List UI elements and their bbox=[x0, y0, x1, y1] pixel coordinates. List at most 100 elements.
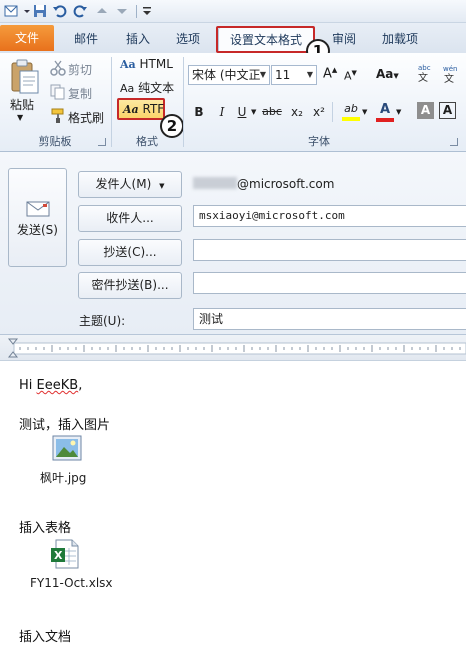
shrink-font-button[interactable]: A▼ bbox=[344, 69, 357, 83]
char-shading-button[interactable]: A bbox=[417, 102, 434, 119]
tab-options[interactable]: 选项 bbox=[168, 27, 208, 51]
redo-icon[interactable] bbox=[72, 3, 88, 19]
from-value: @microsoft.com bbox=[237, 177, 335, 191]
cut-icon[interactable] bbox=[50, 60, 66, 76]
plain-text-format-button[interactable]: Aa 纯文本 bbox=[120, 79, 174, 96]
subscript-button[interactable]: x₂ bbox=[287, 102, 307, 122]
highlight-icon: ab bbox=[344, 102, 358, 115]
font-size-combo[interactable]: 11 ▼ bbox=[271, 65, 317, 85]
outlook-app-icon[interactable] bbox=[3, 3, 19, 19]
greeting-line: Hi EeeKB, bbox=[19, 378, 82, 393]
char-border-icon[interactable]: wén 文 bbox=[440, 62, 462, 85]
subject-field[interactable]: 测试 bbox=[193, 308, 466, 330]
send-button[interactable]: 发送(S) bbox=[8, 168, 67, 267]
copy-icon[interactable] bbox=[50, 84, 66, 100]
line-insert-image: 测试，插入图片 bbox=[19, 418, 111, 433]
compose-header: 发送(S) 发件人(M) ▼ @microsoft.com 收件人... msx… bbox=[0, 152, 466, 335]
font-color-icon: A bbox=[379, 102, 391, 117]
cc-button[interactable]: 抄送(C)... bbox=[78, 239, 182, 266]
font-color-dropdown-icon[interactable]: ▼ bbox=[396, 108, 401, 116]
bcc-button[interactable]: 密件抄送(B)... bbox=[78, 272, 182, 299]
chevron-down-icon: ▼ bbox=[259, 70, 266, 79]
to-button[interactable]: 收件人... bbox=[78, 205, 182, 232]
underline-button[interactable]: U bbox=[232, 102, 252, 122]
svg-text:文: 文 bbox=[418, 71, 428, 84]
next-item-icon[interactable] bbox=[114, 3, 130, 19]
greeting-name: EeeKB bbox=[36, 378, 79, 393]
table-filename[interactable]: FY11-Oct.xlsx bbox=[30, 576, 113, 590]
html-format-label: HTML bbox=[139, 57, 173, 71]
message-body[interactable]: Hi EeeKB, 测试，插入图片 枫叶.jpg 插入表格 X FY11-Oct… bbox=[0, 361, 466, 660]
highlight-button[interactable]: ab bbox=[340, 101, 362, 123]
ruler-ticks bbox=[7, 338, 466, 358]
customize-qat-icon[interactable] bbox=[141, 3, 157, 19]
excel-file-icon[interactable]: X bbox=[50, 539, 80, 569]
greeting-suffix: , bbox=[78, 378, 83, 393]
grow-font-button[interactable]: A▲ bbox=[323, 66, 337, 81]
font-color-button[interactable]: A bbox=[374, 101, 396, 123]
chevron-down-icon: ▼ bbox=[159, 182, 165, 190]
paste-dropdown-icon[interactable]: ▼ bbox=[17, 113, 23, 122]
svg-text:X: X bbox=[54, 549, 63, 562]
copy-button[interactable]: 复制 bbox=[68, 85, 92, 102]
tab-file[interactable]: 文件 bbox=[0, 25, 54, 51]
format-painter-icon[interactable] bbox=[50, 108, 66, 124]
svg-text:wén: wén bbox=[443, 65, 457, 73]
svg-text:文: 文 bbox=[444, 72, 454, 84]
ribbon-separator bbox=[183, 57, 184, 147]
highlight-dropdown-icon[interactable]: ▼ bbox=[362, 108, 367, 116]
tab-addins[interactable]: 加载项 bbox=[374, 27, 426, 51]
ruler[interactable] bbox=[0, 335, 466, 361]
plaintext-aa-icon: Aa bbox=[120, 82, 135, 95]
underline-dropdown-icon[interactable]: ▼ bbox=[251, 108, 256, 116]
format-text-highlight bbox=[216, 26, 315, 53]
rtf-aa-icon: Aa bbox=[123, 103, 139, 116]
paste-button[interactable]: 粘贴 bbox=[10, 96, 34, 113]
change-case-button[interactable]: Aa▼ bbox=[376, 67, 399, 81]
phonetic-guide-icon[interactable]: abc 文 bbox=[414, 62, 436, 84]
rtf-format-button[interactable]: Aa RTF bbox=[117, 98, 165, 120]
tab-review[interactable]: 审阅 bbox=[324, 27, 364, 51]
bcc-field[interactable] bbox=[193, 272, 466, 294]
image-attachment-icon[interactable] bbox=[52, 435, 82, 461]
quick-access-toolbar bbox=[0, 0, 466, 23]
send-button-label: 发送(S) bbox=[17, 223, 58, 237]
chevron-down-icon: ▼ bbox=[306, 70, 313, 79]
italic-button[interactable]: I bbox=[212, 102, 232, 122]
save-icon[interactable] bbox=[32, 3, 48, 19]
strikethrough-button[interactable]: abc bbox=[260, 102, 284, 122]
ribbon: 粘贴 ▼ 剪切 复制 格式刷 剪贴板 Aa HTML Aa 纯文本 Aa RTF… bbox=[0, 53, 466, 152]
grow-font-icon: A bbox=[323, 66, 332, 82]
shrink-font-icon: A bbox=[344, 69, 352, 83]
format-group-label: 格式 bbox=[136, 135, 158, 148]
undo-icon[interactable] bbox=[52, 3, 68, 19]
superscript-button[interactable]: x² bbox=[309, 102, 329, 122]
char-border-button[interactable]: A bbox=[439, 102, 456, 119]
clipboard-launcher-icon[interactable] bbox=[98, 138, 106, 146]
from-button[interactable]: 发件人(M) ▼ bbox=[78, 171, 182, 198]
tab-mail[interactable]: 邮件 bbox=[66, 27, 106, 51]
cut-button[interactable]: 剪切 bbox=[68, 61, 92, 78]
paste-icon[interactable] bbox=[6, 57, 42, 97]
subject-label: 主题(U): bbox=[79, 314, 126, 328]
image-filename[interactable]: 枫叶.jpg bbox=[40, 469, 86, 486]
clipboard-group-label: 剪贴板 bbox=[38, 135, 72, 148]
greeting-prefix: Hi bbox=[19, 378, 37, 393]
line-insert-doc: 插入文档 bbox=[19, 630, 72, 645]
format-painter-button[interactable]: 格式刷 bbox=[68, 109, 104, 126]
plain-text-format-label: 纯文本 bbox=[138, 81, 175, 95]
svg-text:abc: abc bbox=[418, 64, 431, 72]
font-divider bbox=[332, 102, 333, 122]
font-name-value: 宋体 (中文正 bbox=[192, 68, 261, 82]
cc-field[interactable] bbox=[193, 239, 466, 261]
font-launcher-icon[interactable] bbox=[450, 138, 458, 146]
bold-button[interactable]: B bbox=[189, 102, 209, 122]
html-format-button[interactable]: Aa HTML bbox=[120, 57, 173, 71]
previous-item-icon[interactable] bbox=[94, 3, 110, 19]
rtf-format-label: RTF bbox=[142, 102, 165, 116]
font-name-combo[interactable]: 宋体 (中文正 ▼ bbox=[188, 65, 270, 85]
tab-insert[interactable]: 插入 bbox=[118, 27, 158, 51]
line-insert-table: 插入表格 bbox=[19, 521, 72, 536]
to-field[interactable]: msxiaoyi@microsoft.com bbox=[193, 205, 466, 227]
change-case-icon: Aa bbox=[376, 67, 394, 81]
